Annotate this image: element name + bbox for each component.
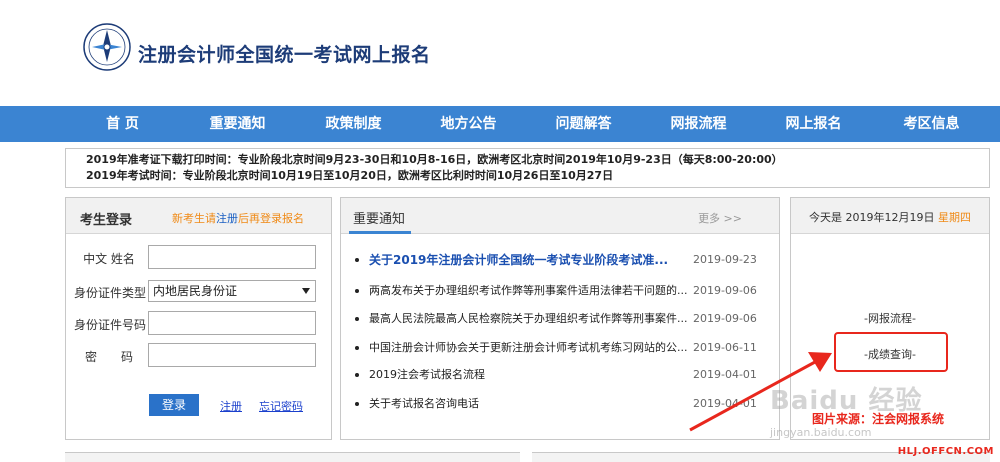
image-source-caption: 图片来源：注会网报系统 [812,412,945,426]
corner-watermark: HLJ.OFFCN.COM [897,446,994,457]
page-root: 注册会计师全国统一考试网上报名 首 页 重要通知 政策制度 地方公告 问题解答 … [0,0,1000,462]
baidu-watermark-url: jingyan.baidu.com [770,426,872,439]
